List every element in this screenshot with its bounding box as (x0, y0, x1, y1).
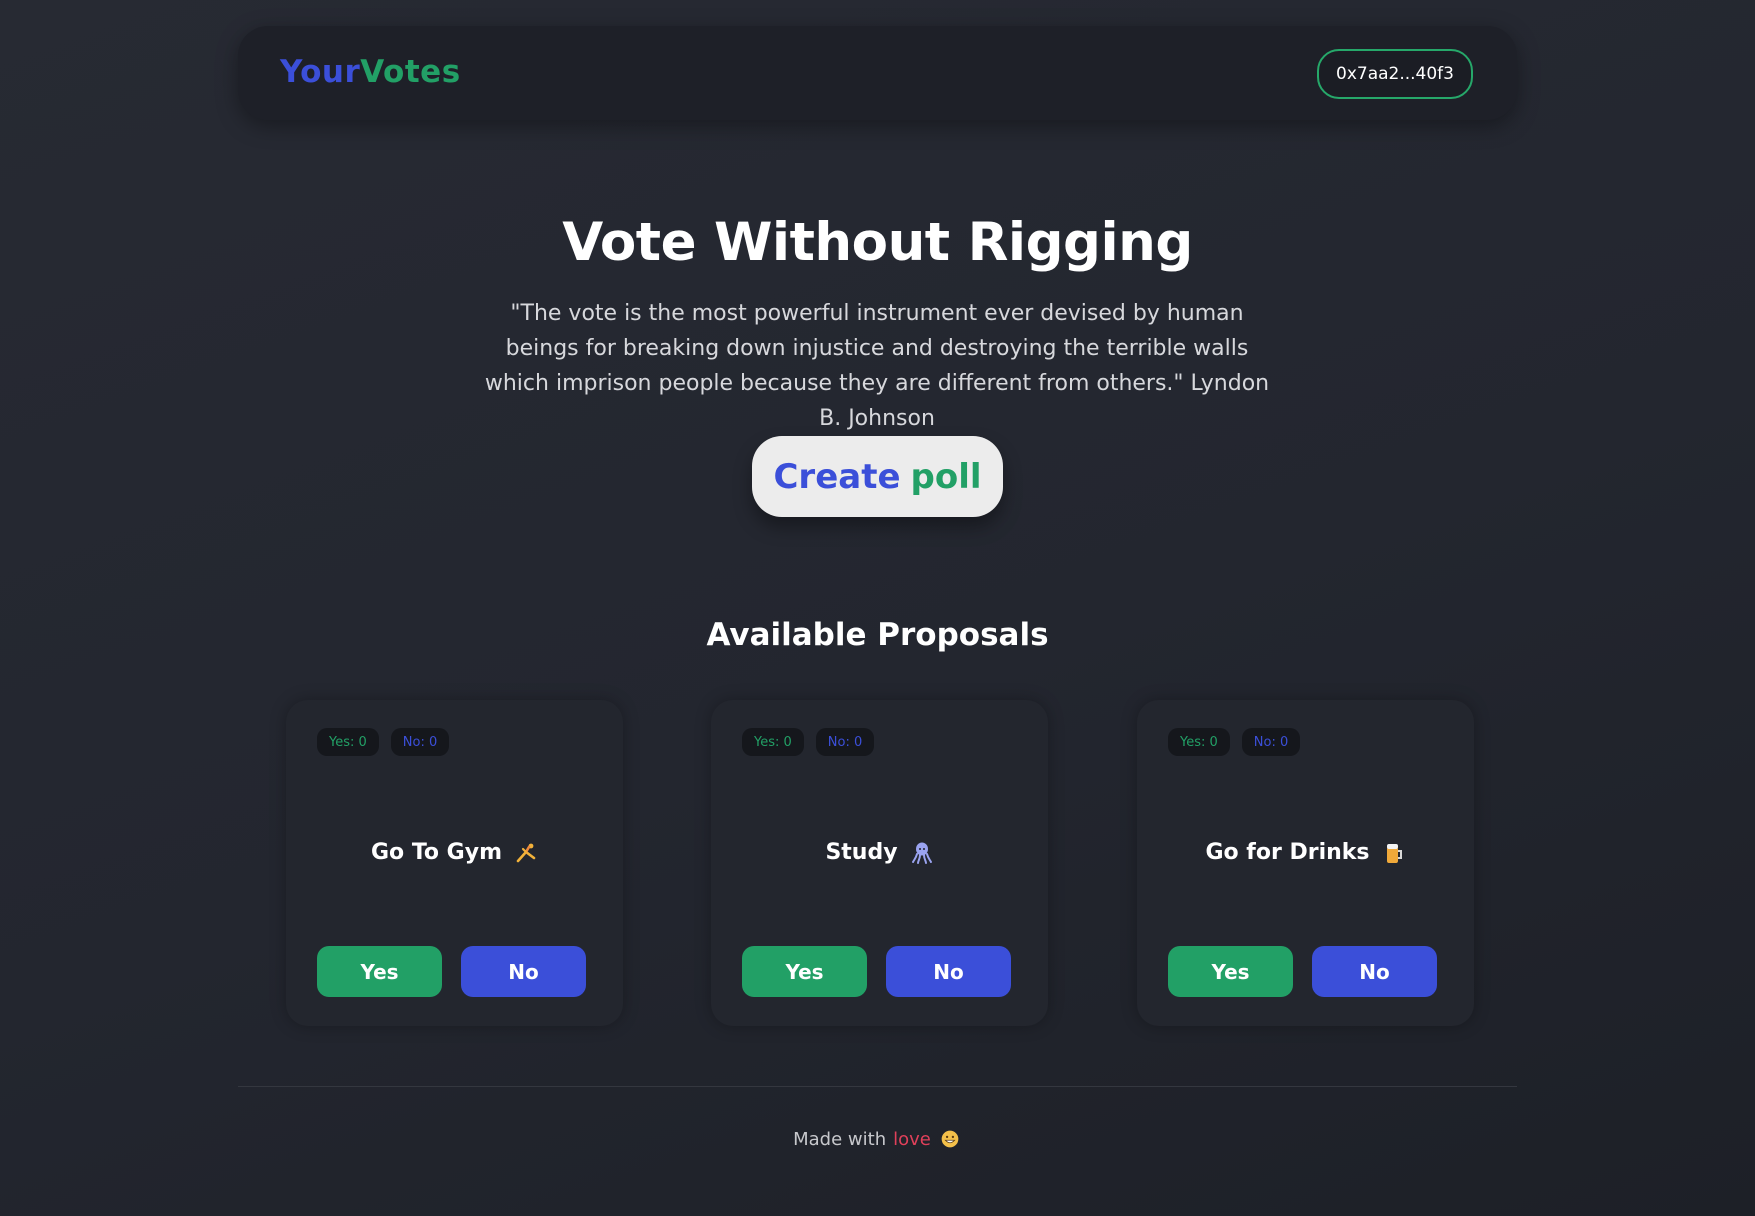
proposal-title: Go for Drinks (1137, 840, 1474, 865)
vote-yes-button[interactable]: Yes (317, 946, 442, 997)
footer-made-with: Made with (793, 1128, 887, 1150)
create-poll-label-poll: poll (910, 456, 982, 497)
footer: Made with love (0, 1127, 1755, 1151)
proposal-card: Yes: 0 No: 0 Go for Drinks Yes No (1137, 700, 1474, 1026)
app-logo[interactable]: YourVotes (280, 54, 461, 90)
no-count-badge: No: 0 (815, 728, 875, 756)
proposals-section-title: Available Proposals (706, 617, 1049, 653)
proposal-title: Study (711, 840, 1048, 865)
proposal-card: Yes: 0 No: 0 Go To Gym Yes No (286, 700, 623, 1026)
yes-count-badge: Yes: 0 (742, 728, 804, 756)
vote-count-badges: Yes: 0 No: 0 (317, 728, 450, 756)
yes-count-badge: Yes: 0 (317, 728, 379, 756)
hero-title: Vote Without Rigging (562, 212, 1193, 273)
vote-yes-button[interactable]: Yes (742, 946, 867, 997)
create-poll-button[interactable]: Create poll (752, 436, 1003, 517)
vote-count-badges: Yes: 0 No: 0 (1168, 728, 1301, 756)
create-poll-label-create: Create (773, 456, 901, 497)
no-count-badge: No: 0 (1241, 728, 1301, 756)
yes-count-badge: Yes: 0 (1168, 728, 1230, 756)
hero-quote: "The vote is the most powerful instrumen… (484, 301, 1270, 431)
no-count-badge: No: 0 (390, 728, 450, 756)
vote-yes-button[interactable]: Yes (1168, 946, 1293, 997)
logo-part-votes: Votes (360, 54, 461, 90)
vote-no-button[interactable]: No (886, 946, 1011, 997)
proposal-title: Go To Gym (286, 840, 623, 865)
vote-count-badges: Yes: 0 No: 0 (742, 728, 875, 756)
vote-no-button[interactable]: No (1312, 946, 1437, 997)
proposal-title-text: Go for Drinks (1205, 840, 1370, 865)
page: YourVotes 0x7aa2...40f3 Vote Without Rig… (0, 0, 1755, 1216)
vote-no-button[interactable]: No (461, 946, 586, 997)
logo-part-your: Your (280, 54, 361, 90)
footer-divider (238, 1086, 1517, 1087)
beer-mug-icon (1382, 841, 1406, 865)
wallet-address-button[interactable]: 0x7aa2...40f3 (1317, 49, 1473, 99)
proposal-title-text: Go To Gym (370, 840, 502, 865)
proposal-title-text: Study (825, 840, 898, 865)
octopus-icon (910, 841, 934, 865)
person-doing-cartwheel-icon (514, 841, 538, 865)
top-navbar: YourVotes 0x7aa2...40f3 (238, 26, 1517, 120)
proposal-card: Yes: 0 No: 0 Study Yes No (711, 700, 1048, 1026)
footer-love: love (893, 1128, 931, 1150)
grinning-face-icon (938, 1127, 962, 1151)
